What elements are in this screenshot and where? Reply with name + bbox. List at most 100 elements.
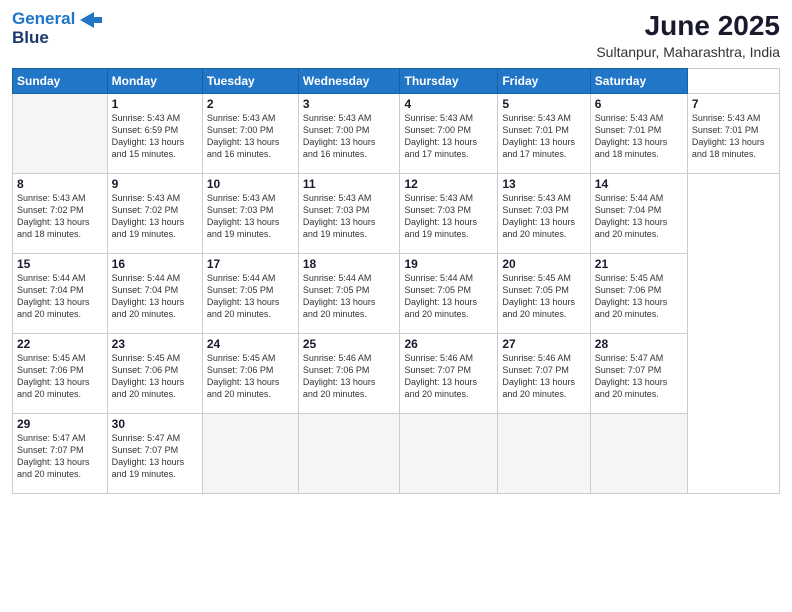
day-info: Sunrise: 5:45 AM Sunset: 7:06 PM Dayligh…: [207, 352, 294, 401]
table-row: 9Sunrise: 5:43 AM Sunset: 7:02 PM Daylig…: [107, 174, 202, 254]
day-info: Sunrise: 5:44 AM Sunset: 7:05 PM Dayligh…: [207, 272, 294, 321]
header-sunday: Sunday: [13, 69, 108, 94]
day-number: 19: [404, 257, 493, 271]
calendar-body: 1Sunrise: 5:43 AM Sunset: 6:59 PM Daylig…: [13, 94, 780, 494]
calendar-title: June 2025: [596, 10, 780, 42]
day-info: Sunrise: 5:47 AM Sunset: 7:07 PM Dayligh…: [17, 432, 103, 481]
table-row: 23Sunrise: 5:45 AM Sunset: 7:06 PM Dayli…: [107, 334, 202, 414]
day-number: 20: [502, 257, 585, 271]
table-row: [590, 414, 687, 494]
weekday-header-row: Sunday Monday Tuesday Wednesday Thursday…: [13, 69, 780, 94]
day-number: 13: [502, 177, 585, 191]
table-row: 19Sunrise: 5:44 AM Sunset: 7:05 PM Dayli…: [400, 254, 498, 334]
day-number: 5: [502, 97, 585, 111]
empty-cell: [13, 94, 108, 174]
logo: General Blue: [12, 10, 102, 47]
day-info: Sunrise: 5:43 AM Sunset: 7:02 PM Dayligh…: [17, 192, 103, 241]
logo-text: General: [12, 10, 102, 29]
day-number: 6: [595, 97, 683, 111]
day-number: 7: [692, 97, 775, 111]
day-info: Sunrise: 5:43 AM Sunset: 7:00 PM Dayligh…: [207, 112, 294, 161]
table-row: 29Sunrise: 5:47 AM Sunset: 7:07 PM Dayli…: [13, 414, 108, 494]
table-row: 2Sunrise: 5:43 AM Sunset: 7:00 PM Daylig…: [202, 94, 298, 174]
table-row: 13Sunrise: 5:43 AM Sunset: 7:03 PM Dayli…: [498, 174, 590, 254]
day-info: Sunrise: 5:43 AM Sunset: 7:01 PM Dayligh…: [692, 112, 775, 161]
day-info: Sunrise: 5:44 AM Sunset: 7:04 PM Dayligh…: [595, 192, 683, 241]
header-thursday: Thursday: [400, 69, 498, 94]
day-info: Sunrise: 5:43 AM Sunset: 7:00 PM Dayligh…: [303, 112, 396, 161]
table-row: 11Sunrise: 5:43 AM Sunset: 7:03 PM Dayli…: [298, 174, 400, 254]
logo-arrow-icon: [80, 12, 102, 28]
day-number: 8: [17, 177, 103, 191]
day-number: 22: [17, 337, 103, 351]
table-row: 16Sunrise: 5:44 AM Sunset: 7:04 PM Dayli…: [107, 254, 202, 334]
calendar-week-row: 1Sunrise: 5:43 AM Sunset: 6:59 PM Daylig…: [13, 94, 780, 174]
day-number: 27: [502, 337, 585, 351]
day-info: Sunrise: 5:45 AM Sunset: 7:06 PM Dayligh…: [595, 272, 683, 321]
day-number: 9: [112, 177, 198, 191]
day-number: 3: [303, 97, 396, 111]
table-row: 24Sunrise: 5:45 AM Sunset: 7:06 PM Dayli…: [202, 334, 298, 414]
day-number: 12: [404, 177, 493, 191]
table-row: 6Sunrise: 5:43 AM Sunset: 7:01 PM Daylig…: [590, 94, 687, 174]
table-row: [202, 414, 298, 494]
main-container: General Blue June 2025 Sultanpur, Mahara…: [0, 0, 792, 504]
day-number: 10: [207, 177, 294, 191]
calendar-week-row: 22Sunrise: 5:45 AM Sunset: 7:06 PM Dayli…: [13, 334, 780, 414]
calendar-subtitle: Sultanpur, Maharashtra, India: [596, 44, 780, 60]
table-row: 8Sunrise: 5:43 AM Sunset: 7:02 PM Daylig…: [13, 174, 108, 254]
header-wednesday: Wednesday: [298, 69, 400, 94]
day-info: Sunrise: 5:43 AM Sunset: 7:03 PM Dayligh…: [303, 192, 396, 241]
day-info: Sunrise: 5:46 AM Sunset: 7:07 PM Dayligh…: [502, 352, 585, 401]
header-saturday: Saturday: [590, 69, 687, 94]
day-number: 16: [112, 257, 198, 271]
day-info: Sunrise: 5:46 AM Sunset: 7:07 PM Dayligh…: [404, 352, 493, 401]
table-row: 5Sunrise: 5:43 AM Sunset: 7:01 PM Daylig…: [498, 94, 590, 174]
logo-blue-text: Blue: [12, 29, 102, 48]
table-row: 12Sunrise: 5:43 AM Sunset: 7:03 PM Dayli…: [400, 174, 498, 254]
day-number: 2: [207, 97, 294, 111]
table-row: 26Sunrise: 5:46 AM Sunset: 7:07 PM Dayli…: [400, 334, 498, 414]
day-number: 4: [404, 97, 493, 111]
day-number: 17: [207, 257, 294, 271]
day-info: Sunrise: 5:44 AM Sunset: 7:04 PM Dayligh…: [17, 272, 103, 321]
day-info: Sunrise: 5:45 AM Sunset: 7:06 PM Dayligh…: [17, 352, 103, 401]
day-number: 14: [595, 177, 683, 191]
day-info: Sunrise: 5:43 AM Sunset: 7:01 PM Dayligh…: [595, 112, 683, 161]
day-number: 25: [303, 337, 396, 351]
table-row: 4Sunrise: 5:43 AM Sunset: 7:00 PM Daylig…: [400, 94, 498, 174]
day-number: 24: [207, 337, 294, 351]
day-info: Sunrise: 5:43 AM Sunset: 7:03 PM Dayligh…: [207, 192, 294, 241]
day-number: 18: [303, 257, 396, 271]
day-number: 15: [17, 257, 103, 271]
day-info: Sunrise: 5:45 AM Sunset: 7:05 PM Dayligh…: [502, 272, 585, 321]
day-number: 28: [595, 337, 683, 351]
table-row: 27Sunrise: 5:46 AM Sunset: 7:07 PM Dayli…: [498, 334, 590, 414]
table-row: 15Sunrise: 5:44 AM Sunset: 7:04 PM Dayli…: [13, 254, 108, 334]
table-row: 1Sunrise: 5:43 AM Sunset: 6:59 PM Daylig…: [107, 94, 202, 174]
day-number: 21: [595, 257, 683, 271]
day-info: Sunrise: 5:43 AM Sunset: 6:59 PM Dayligh…: [112, 112, 198, 161]
day-info: Sunrise: 5:44 AM Sunset: 7:05 PM Dayligh…: [404, 272, 493, 321]
day-info: Sunrise: 5:43 AM Sunset: 7:03 PM Dayligh…: [404, 192, 493, 241]
table-row: 21Sunrise: 5:45 AM Sunset: 7:06 PM Dayli…: [590, 254, 687, 334]
table-row: 10Sunrise: 5:43 AM Sunset: 7:03 PM Dayli…: [202, 174, 298, 254]
table-row: 28Sunrise: 5:47 AM Sunset: 7:07 PM Dayli…: [590, 334, 687, 414]
day-number: 26: [404, 337, 493, 351]
day-info: Sunrise: 5:44 AM Sunset: 7:05 PM Dayligh…: [303, 272, 396, 321]
day-number: 1: [112, 97, 198, 111]
header-monday: Monday: [107, 69, 202, 94]
day-info: Sunrise: 5:46 AM Sunset: 7:06 PM Dayligh…: [303, 352, 396, 401]
table-row: 30Sunrise: 5:47 AM Sunset: 7:07 PM Dayli…: [107, 414, 202, 494]
day-info: Sunrise: 5:43 AM Sunset: 7:03 PM Dayligh…: [502, 192, 585, 241]
day-info: Sunrise: 5:43 AM Sunset: 7:02 PM Dayligh…: [112, 192, 198, 241]
table-row: 18Sunrise: 5:44 AM Sunset: 7:05 PM Dayli…: [298, 254, 400, 334]
day-info: Sunrise: 5:44 AM Sunset: 7:04 PM Dayligh…: [112, 272, 198, 321]
day-info: Sunrise: 5:47 AM Sunset: 7:07 PM Dayligh…: [595, 352, 683, 401]
day-number: 23: [112, 337, 198, 351]
header-friday: Friday: [498, 69, 590, 94]
table-row: 3Sunrise: 5:43 AM Sunset: 7:00 PM Daylig…: [298, 94, 400, 174]
table-row: 25Sunrise: 5:46 AM Sunset: 7:06 PM Dayli…: [298, 334, 400, 414]
table-row: 22Sunrise: 5:45 AM Sunset: 7:06 PM Dayli…: [13, 334, 108, 414]
day-info: Sunrise: 5:45 AM Sunset: 7:06 PM Dayligh…: [112, 352, 198, 401]
